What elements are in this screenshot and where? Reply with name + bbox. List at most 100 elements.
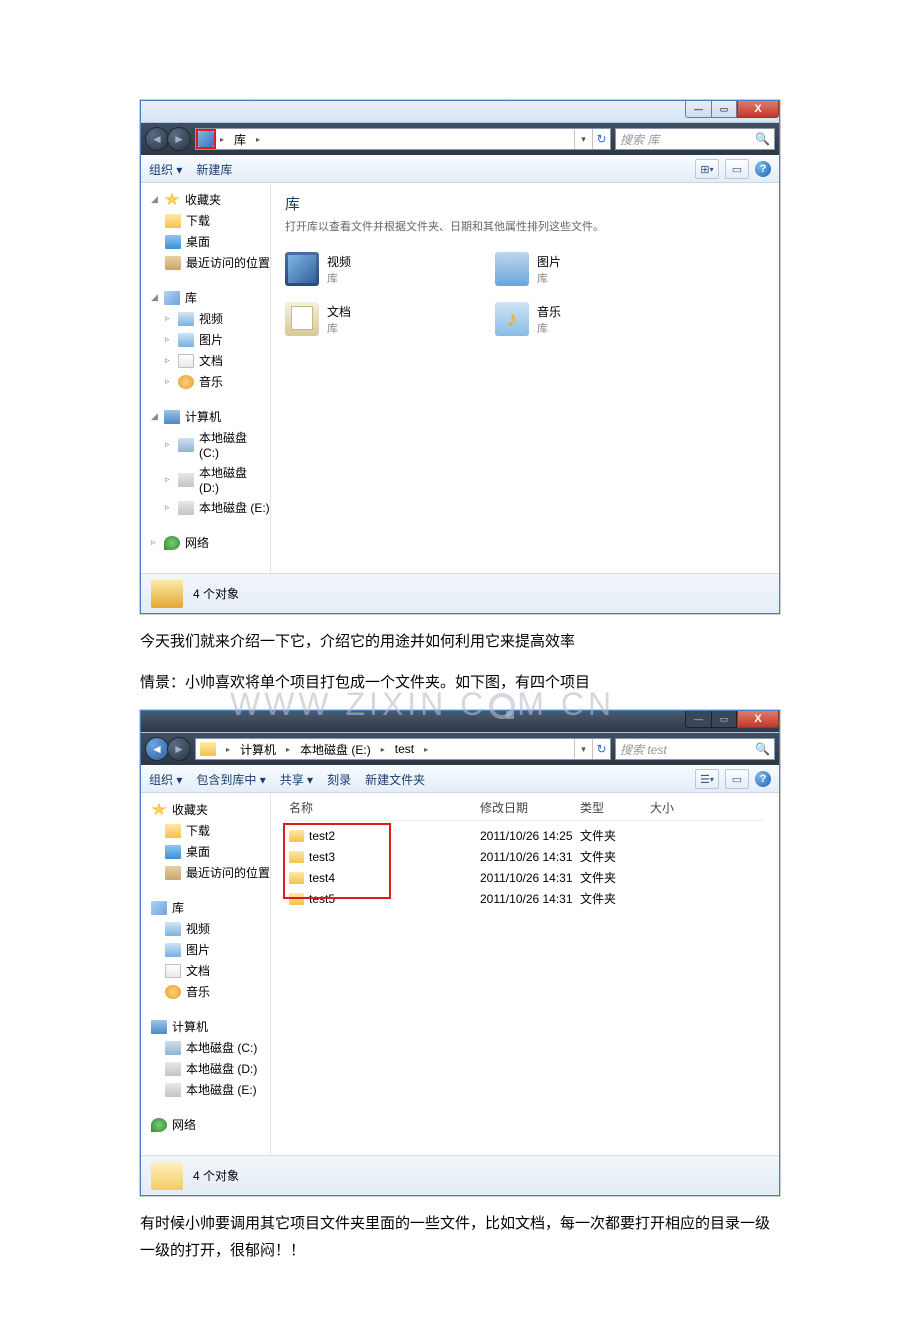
address-segment-library[interactable]: 库: [230, 129, 252, 149]
sidebar-desktop[interactable]: 桌面: [147, 231, 270, 252]
sidebar-favorites[interactable]: 收藏夹: [147, 799, 270, 820]
sidebar-desktop[interactable]: 桌面: [147, 841, 270, 862]
sidebar-favorites[interactable]: ◢收藏夹: [147, 189, 270, 210]
music-icon: [178, 375, 194, 389]
address-bar[interactable]: ▸ 库 ▸ ▾ ↻: [195, 128, 611, 150]
sidebar-video[interactable]: 视频: [147, 918, 270, 939]
sidebar-network[interactable]: 网络: [147, 1114, 270, 1135]
preview-pane-button[interactable]: ▭: [725, 159, 749, 179]
address-dropdown-button[interactable]: ▾: [574, 739, 592, 759]
burn-button[interactable]: 刻录: [327, 771, 351, 788]
column-date[interactable]: 修改日期: [480, 799, 580, 816]
search-input[interactable]: 搜索 test 🔍: [615, 738, 775, 760]
column-name[interactable]: 名称: [285, 799, 480, 816]
minimize-button[interactable]: —: [685, 711, 711, 728]
table-row[interactable]: test22011/10/26 14:25文件夹: [285, 825, 765, 846]
sidebar-drive-d[interactable]: ▹本地磁盘 (D:): [147, 462, 270, 497]
sidebar-pictures[interactable]: 图片: [147, 939, 270, 960]
sidebar-downloads[interactable]: 下载: [147, 820, 270, 841]
sidebar-drive-e[interactable]: 本地磁盘 (E:): [147, 1079, 270, 1100]
search-input[interactable]: 搜索 库 🔍: [615, 128, 775, 150]
library-item-music[interactable]: 音乐库: [495, 302, 665, 336]
view-mode-button[interactable]: ☰ ▾: [695, 769, 719, 789]
column-size[interactable]: 大小: [650, 799, 720, 816]
sidebar-recent[interactable]: 最近访问的位置: [147, 252, 270, 273]
sidebar-pictures[interactable]: ▹图片: [147, 329, 270, 350]
address-segment-computer[interactable]: 计算机: [236, 739, 282, 759]
new-folder-button[interactable]: 新建文件夹: [365, 771, 425, 788]
forward-button[interactable]: ►: [167, 127, 191, 151]
column-type[interactable]: 类型: [580, 799, 650, 816]
help-button[interactable]: ?: [755, 161, 771, 177]
refresh-button[interactable]: ↻: [592, 739, 610, 759]
file-date: 2011/10/26 14:25: [480, 829, 580, 843]
download-icon: [165, 824, 181, 838]
organize-menu[interactable]: 组织 ▾: [149, 161, 182, 178]
folder-icon: [289, 830, 304, 842]
sidebar-downloads[interactable]: 下载: [147, 210, 270, 231]
library-icon: [151, 901, 167, 915]
file-type: 文件夹: [580, 848, 650, 865]
close-button[interactable]: X: [737, 711, 779, 728]
sidebar-music[interactable]: ▹音乐: [147, 371, 270, 392]
maximize-button[interactable]: ▭: [711, 711, 737, 728]
sidebar-library[interactable]: 库: [147, 897, 270, 918]
address-segment-drive-e[interactable]: 本地磁盘 (E:): [296, 739, 377, 759]
status-icon: [151, 580, 183, 608]
sidebar-computer[interactable]: 计算机: [147, 1016, 270, 1037]
content-title: 库: [285, 193, 765, 214]
address-bar[interactable]: ▸ 计算机 ▸ 本地磁盘 (E:) ▸ test ▸ ▾ ↻: [195, 738, 611, 760]
chevron-right-icon: ▸: [286, 745, 290, 754]
status-text: 4 个对象: [193, 1167, 239, 1184]
sidebar-drive-c[interactable]: 本地磁盘 (C:): [147, 1037, 270, 1058]
video-icon: [178, 312, 194, 326]
picture-library-icon: [495, 252, 529, 286]
explorer-window-test: — ▭ X ◄ ► ▸ 计算机 ▸ 本地磁盘 (E:) ▸ test ▸ ▾: [140, 710, 780, 1196]
forward-button[interactable]: ►: [167, 737, 191, 761]
refresh-button[interactable]: ↻: [592, 129, 610, 149]
library-item-video[interactable]: 视频库: [285, 252, 455, 286]
sidebar-documents[interactable]: ▹文档: [147, 350, 270, 371]
preview-pane-button[interactable]: ▭: [725, 769, 749, 789]
sidebar-recent[interactable]: 最近访问的位置: [147, 862, 270, 883]
sidebar-drive-e[interactable]: ▹本地磁盘 (E:): [147, 497, 270, 518]
organize-menu[interactable]: 组织 ▾: [149, 771, 182, 788]
body-area: 收藏夹 下载 桌面 最近访问的位置 库 视频 图片 文档 音乐 计算机 本地磁盘…: [141, 793, 779, 1155]
folder-icon: [289, 851, 304, 863]
back-button[interactable]: ◄: [145, 127, 169, 151]
sidebar-documents[interactable]: 文档: [147, 960, 270, 981]
help-button[interactable]: ?: [755, 771, 771, 787]
address-segment-test[interactable]: test: [391, 739, 420, 759]
recent-icon: [165, 866, 181, 880]
article-paragraph-1: 今天我们就来介绍一下它，介绍它的用途并如何利用它来提高效率: [140, 628, 780, 655]
table-row[interactable]: test42011/10/26 14:31文件夹: [285, 867, 765, 888]
picture-icon: [165, 943, 181, 957]
back-button[interactable]: ◄: [145, 737, 169, 761]
table-row[interactable]: test32011/10/26 14:31文件夹: [285, 846, 765, 867]
library-item-documents[interactable]: 文档库: [285, 302, 455, 336]
address-dropdown-button[interactable]: ▾: [574, 129, 592, 149]
nav-arrows: ◄ ►: [145, 127, 191, 151]
minimize-button[interactable]: —: [685, 101, 711, 118]
sidebar-drive-c[interactable]: ▹本地磁盘 (C:): [147, 427, 270, 462]
sidebar-drive-d[interactable]: 本地磁盘 (D:): [147, 1058, 270, 1079]
file-type: 文件夹: [580, 890, 650, 907]
article-paragraph-2: 情景：小帅喜欢将单个项目打包成一个文件夹。如下图，有四个项目: [140, 669, 780, 696]
sidebar-network[interactable]: ▹网络: [147, 532, 270, 553]
share-menu[interactable]: 共享 ▾: [280, 771, 313, 788]
document-icon: [165, 964, 181, 978]
view-mode-button[interactable]: ⊞ ▾: [695, 159, 719, 179]
new-library-button[interactable]: 新建库: [196, 161, 232, 178]
include-in-library-menu[interactable]: 包含到库中 ▾: [196, 771, 265, 788]
table-row[interactable]: test52011/10/26 14:31文件夹: [285, 888, 765, 909]
drive-icon: [165, 1041, 181, 1055]
sidebar-computer[interactable]: ◢计算机: [147, 406, 270, 427]
library-item-pictures[interactable]: 图片库: [495, 252, 665, 286]
sidebar-library[interactable]: ◢库: [147, 287, 270, 308]
sidebar-video[interactable]: ▹视频: [147, 308, 270, 329]
search-icon: 🔍: [755, 742, 770, 756]
sidebar-music[interactable]: 音乐: [147, 981, 270, 1002]
close-button[interactable]: X: [737, 101, 779, 118]
maximize-button[interactable]: ▭: [711, 101, 737, 118]
chevron-right-icon: ▸: [381, 745, 385, 754]
